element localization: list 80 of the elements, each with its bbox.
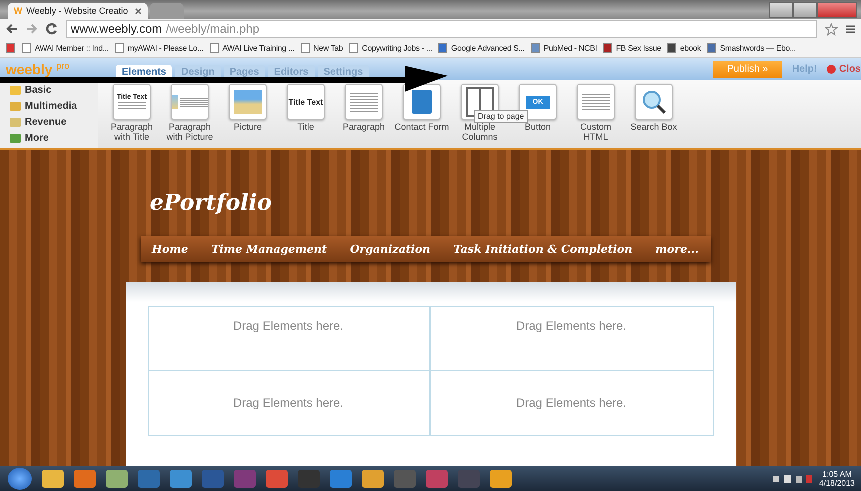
bookmark-icon: [667, 42, 678, 54]
bookmark-icon: [603, 42, 614, 54]
back-icon[interactable]: [6, 24, 18, 34]
app-icon[interactable]: [106, 470, 128, 488]
weebly-logo: weebly $^{pro}$: [6, 60, 71, 78]
bookmark[interactable]: AWAI Member :: Ind...: [22, 42, 109, 54]
nav-link[interactable]: Time Management: [211, 242, 328, 256]
element-label[interactable]: Contact Form: [394, 122, 450, 132]
bookmark[interactable]: Google Advanced S...: [438, 42, 525, 54]
category-item[interactable]: Basic: [10, 84, 98, 96]
element-label[interactable]: Paragraph with Title: [104, 122, 160, 142]
code-thumbnail: [577, 84, 615, 120]
page-icon: [349, 42, 360, 54]
clock[interactable]: 1:05 AM 4/18/2013: [819, 470, 855, 488]
drop-zone[interactable]: Drag Elements here.: [430, 307, 712, 371]
close-icon: [827, 64, 836, 74]
app-icon[interactable]: [170, 470, 192, 488]
page-icon: [114, 42, 125, 54]
folder-icon: [10, 134, 21, 142]
drop-zone[interactable]: Drag Elements here.: [430, 371, 712, 436]
magnifier-icon: [635, 84, 673, 120]
site-title: ePortfolio: [150, 190, 272, 216]
element-label[interactable]: Multiple Columns: [452, 122, 508, 142]
menu-icon[interactable]: [846, 24, 855, 34]
beach-picture-icon: [229, 84, 267, 120]
browser-tab[interactable]: W Weebly - Website Creatio: [8, 3, 148, 19]
bookmark[interactable]: Copywriting Jobs - ...: [349, 42, 432, 54]
drop-zone[interactable]: Drag Elements here.: [148, 371, 430, 436]
category-item[interactable]: Multimedia: [10, 100, 98, 112]
close-icon[interactable]: [135, 8, 142, 14]
bookmark[interactable]: New Tab: [300, 42, 344, 54]
minimize-button[interactable]: [769, 2, 793, 18]
app-icon[interactable]: [42, 470, 64, 488]
bookmark-icon: [6, 42, 16, 54]
nav-link[interactable]: more...: [656, 242, 699, 256]
bookmark[interactable]: AWAI Live Training ...: [210, 42, 295, 54]
bookmark[interactable]: PubMed - NCBI: [530, 42, 598, 54]
drop-zone[interactable]: Drag Elements here.: [148, 307, 430, 371]
bookmark-icon: [438, 42, 448, 54]
paragraph-thumbnail: [345, 84, 383, 120]
start-button[interactable]: [8, 468, 32, 490]
star-icon[interactable]: [825, 22, 838, 36]
app-icon[interactable]: [362, 470, 384, 488]
page-icon: [210, 42, 220, 54]
nav-link[interactable]: Home: [152, 242, 188, 256]
bookmark-icon: [530, 42, 541, 54]
element-label[interactable]: Custom HTML: [568, 122, 624, 142]
element-label[interactable]: Search Box: [630, 122, 678, 132]
nav-link[interactable]: Task Initiation & Completion: [454, 242, 633, 256]
page-icon: [300, 42, 311, 54]
bookmark[interactable]: ebook: [667, 42, 702, 54]
folder-icon: [10, 118, 21, 126]
category-item[interactable]: Revenue: [10, 116, 98, 128]
reload-icon[interactable]: [46, 23, 58, 35]
app-icon[interactable]: [330, 470, 352, 488]
tooltip: Drag to page: [474, 110, 528, 123]
page-icon: [22, 42, 32, 54]
close-button[interactable]: [817, 2, 857, 18]
paragraph-picture-thumbnail: [171, 84, 209, 120]
bookmark[interactable]: Smashwords — Ebo...: [707, 42, 796, 54]
folder-icon: [10, 86, 21, 94]
element-label[interactable]: Paragraph with Picture: [162, 122, 218, 142]
forward-icon[interactable]: [26, 24, 38, 34]
app-icon[interactable]: [266, 470, 288, 488]
bookmark[interactable]: myAWAI - Please Lo...: [114, 42, 204, 54]
folder-icon: [10, 102, 21, 110]
app-icon[interactable]: [490, 470, 512, 488]
app-icon[interactable]: [74, 470, 96, 488]
element-label[interactable]: Title: [298, 122, 314, 132]
bookmark-icon: [707, 42, 718, 54]
element-label[interactable]: Paragraph: [342, 122, 386, 132]
maximize-button[interactable]: [793, 2, 817, 18]
element-label[interactable]: Picture: [234, 122, 262, 132]
nav-link[interactable]: Organization: [350, 242, 431, 256]
element-label[interactable]: Button: [524, 122, 552, 132]
category-item[interactable]: More: [10, 132, 98, 144]
title-thumbnail: Title Text: [287, 84, 325, 120]
address-field[interactable]: www.weebly.com /weebly/main.php: [66, 20, 817, 38]
tray-icons[interactable]: [773, 474, 814, 484]
bookmark[interactable]: FB Sex Issue: [603, 42, 662, 54]
